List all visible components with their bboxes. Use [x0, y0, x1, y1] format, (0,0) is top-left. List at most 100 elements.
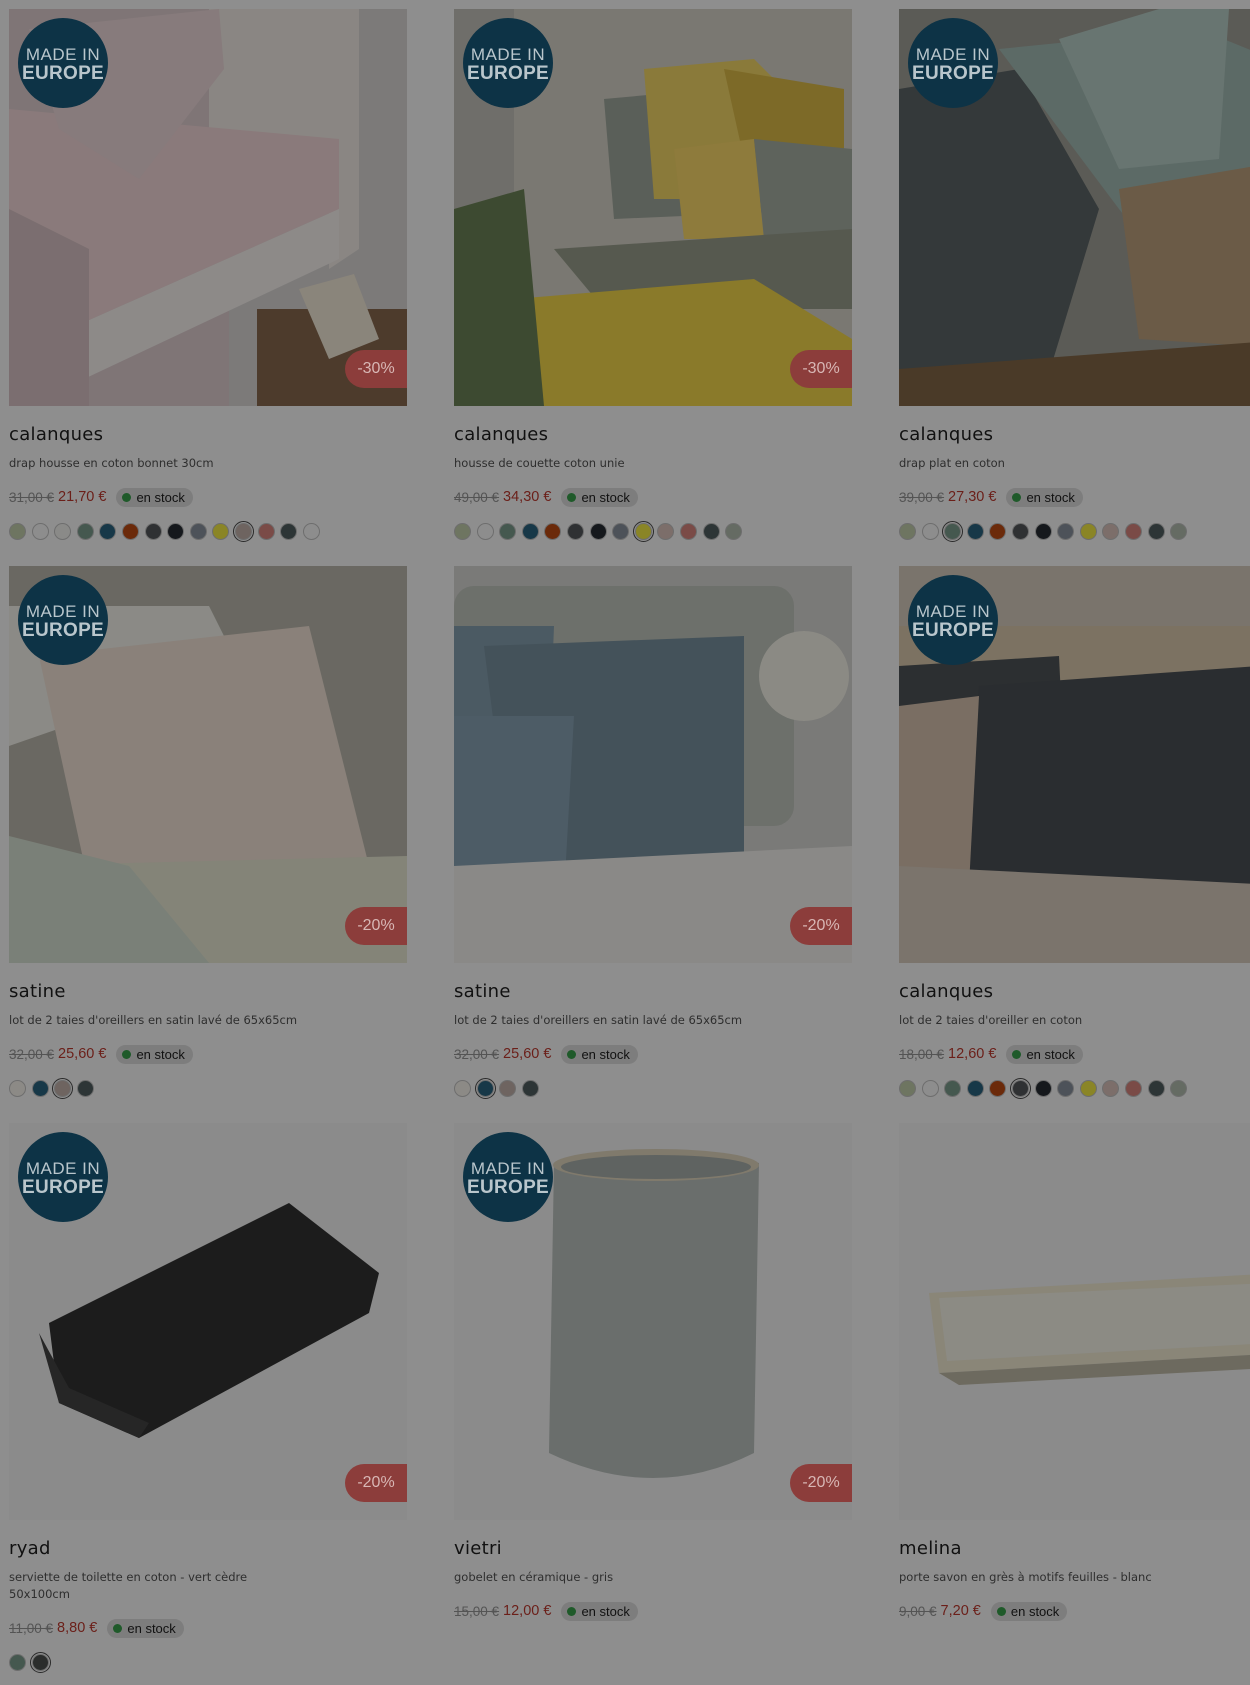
product-description[interactable]: housse de couette coton unie	[454, 455, 852, 472]
product-description[interactable]: drap housse en coton bonnet 30cm	[9, 455, 407, 472]
color-swatch[interactable]	[476, 523, 494, 540]
color-swatch[interactable]	[499, 1080, 517, 1097]
product-description[interactable]: drap plat en coton	[899, 455, 1250, 472]
color-swatch[interactable]	[657, 523, 675, 540]
color-swatch[interactable]	[966, 523, 984, 540]
color-swatch[interactable]	[612, 523, 630, 540]
product-brand[interactable]: calanques	[454, 424, 852, 445]
product-brand[interactable]: ryad	[9, 1538, 407, 1559]
product-brand[interactable]: calanques	[899, 424, 1250, 445]
discount-tag: -20%	[345, 907, 407, 945]
product-image[interactable]: MADE IN EUROPE -30%	[9, 9, 407, 406]
color-swatch[interactable]	[1011, 523, 1029, 540]
color-swatch[interactable]	[521, 523, 539, 540]
color-swatch[interactable]	[474, 1078, 496, 1099]
color-swatch[interactable]	[280, 523, 298, 540]
product-image[interactable]: MADE IN EUROPE -20%	[9, 1123, 407, 1520]
color-swatch[interactable]	[1102, 523, 1120, 540]
color-swatch[interactable]	[121, 523, 139, 540]
color-swatch[interactable]	[232, 521, 254, 542]
color-swatch[interactable]	[521, 1080, 539, 1097]
product-card[interactable]: MADE IN EUROPE calanques lot de 2 taies …	[899, 566, 1250, 1099]
color-swatch[interactable]	[212, 523, 230, 540]
color-swatch[interactable]	[499, 523, 517, 540]
color-swatch[interactable]	[1009, 1078, 1031, 1099]
product-image[interactable]: MADE IN EUROPE -20%	[454, 1123, 852, 1520]
product-description[interactable]: porte savon en grès à motifs feuilles - …	[899, 1569, 1250, 1586]
color-swatch[interactable]	[679, 523, 697, 540]
color-swatch[interactable]	[1079, 523, 1097, 540]
color-swatch[interactable]	[1170, 523, 1188, 540]
product-brand[interactable]: satine	[9, 981, 407, 1002]
product-brand[interactable]: vietri	[454, 1538, 852, 1559]
color-swatch[interactable]	[544, 523, 562, 540]
product-image[interactable]	[899, 1123, 1250, 1520]
color-swatch[interactable]	[9, 1654, 26, 1671]
color-swatch[interactable]	[566, 523, 584, 540]
color-swatch[interactable]	[921, 523, 939, 540]
product-brand[interactable]: calanques	[9, 424, 407, 445]
color-swatch[interactable]	[725, 523, 743, 540]
color-swatch[interactable]	[144, 523, 162, 540]
product-image[interactable]: MADE IN EUROPE -30%	[454, 9, 852, 406]
product-description[interactable]: lot de 2 taies d'oreiller en coton	[899, 1012, 1250, 1029]
product-description[interactable]: serviette de toilette en coton - vert cè…	[9, 1569, 249, 1603]
color-swatch[interactable]	[9, 523, 26, 540]
color-swatch[interactable]	[1079, 1080, 1097, 1097]
product-image[interactable]: MADE IN EUROPE -20%	[9, 566, 407, 963]
color-swatch[interactable]	[76, 523, 94, 540]
product-brand[interactable]: satine	[454, 981, 852, 1002]
product-description[interactable]: lot de 2 taies d'oreillers en satin lavé…	[9, 1012, 407, 1029]
color-swatch[interactable]	[1170, 1080, 1188, 1097]
color-swatch[interactable]	[632, 521, 654, 542]
color-swatch[interactable]	[54, 523, 72, 540]
color-swatch[interactable]	[989, 1080, 1007, 1097]
color-swatch[interactable]	[589, 523, 607, 540]
product-image[interactable]: MADE IN EUROPE	[899, 566, 1250, 963]
color-swatch[interactable]	[1034, 1080, 1052, 1097]
color-swatch[interactable]	[944, 1080, 962, 1097]
color-swatch[interactable]	[29, 1652, 51, 1673]
product-card[interactable]: MADE IN EUROPE -20% satine lot de 2 taie…	[9, 566, 407, 1099]
product-brand[interactable]: melina	[899, 1538, 1250, 1559]
product-card[interactable]: -20% satine lot de 2 taies d'oreillers e…	[454, 566, 852, 1099]
color-swatch[interactable]	[76, 1080, 94, 1097]
product-card[interactable]: melina porte savon en grès à motifs feui…	[899, 1123, 1250, 1621]
color-swatch[interactable]	[31, 1080, 49, 1097]
color-swatch[interactable]	[52, 1078, 74, 1099]
product-description[interactable]: gobelet en céramique - gris	[454, 1569, 852, 1586]
color-swatch[interactable]	[9, 1080, 26, 1097]
color-swatch[interactable]	[167, 523, 185, 540]
color-swatch[interactable]	[702, 523, 720, 540]
color-swatch[interactable]	[966, 1080, 984, 1097]
product-card[interactable]: MADE IN EUROPE calanques drap plat en co…	[899, 9, 1250, 542]
product-image[interactable]: -20%	[454, 566, 852, 963]
color-swatch[interactable]	[899, 523, 916, 540]
product-card[interactable]: MADE IN EUROPE -30% calanques housse de …	[454, 9, 852, 542]
color-swatch[interactable]	[1034, 523, 1052, 540]
color-swatch[interactable]	[189, 523, 207, 540]
color-swatch[interactable]	[921, 1080, 939, 1097]
color-swatch[interactable]	[1124, 523, 1142, 540]
product-card[interactable]: MADE IN EUROPE -20% ryad serviette de to…	[9, 1123, 407, 1673]
color-swatch[interactable]	[1124, 1080, 1142, 1097]
product-image[interactable]: MADE IN EUROPE	[899, 9, 1250, 406]
color-swatch[interactable]	[454, 1080, 471, 1097]
color-swatch[interactable]	[899, 1080, 916, 1097]
product-brand[interactable]: calanques	[899, 981, 1250, 1002]
color-swatch[interactable]	[99, 523, 117, 540]
color-swatch[interactable]	[1147, 1080, 1165, 1097]
product-card[interactable]: MADE IN EUROPE -30% calanques drap houss…	[9, 9, 407, 542]
color-swatch[interactable]	[257, 523, 275, 540]
color-swatch[interactable]	[1147, 523, 1165, 540]
color-swatch[interactable]	[1057, 1080, 1075, 1097]
color-swatch[interactable]	[31, 523, 49, 540]
color-swatch[interactable]	[1057, 523, 1075, 540]
color-swatch[interactable]	[1102, 1080, 1120, 1097]
color-swatch[interactable]	[454, 523, 471, 540]
color-swatch[interactable]	[302, 523, 320, 540]
color-swatch[interactable]	[989, 523, 1007, 540]
product-card[interactable]: MADE IN EUROPE -20% vietri gobelet en cé…	[454, 1123, 852, 1621]
color-swatch[interactable]	[942, 521, 964, 542]
product-description[interactable]: lot de 2 taies d'oreillers en satin lavé…	[454, 1012, 852, 1029]
